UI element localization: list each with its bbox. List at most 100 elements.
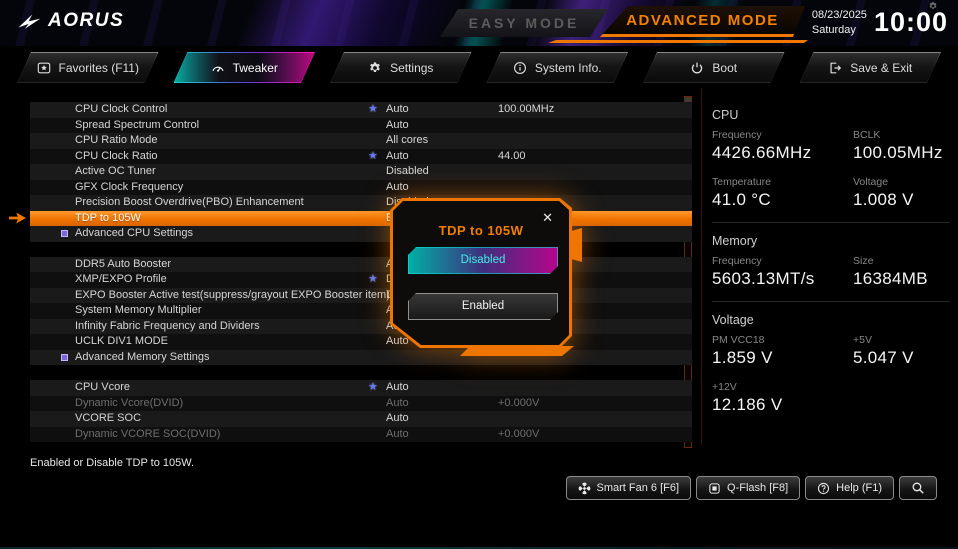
settings-row[interactable]: Precision Boost Overdrive(PBO) Enhanceme…	[30, 195, 692, 211]
tab-inner: Save & Exit	[801, 53, 941, 82]
settings-row[interactable]: CPU Clock Ratio ★ Auto 44.00	[30, 148, 692, 164]
tab-label: Settings	[390, 60, 434, 75]
dialog-body: TDP to 105W ✕ Disabled Enabled	[393, 201, 569, 345]
panel-divider	[701, 88, 702, 445]
tab-gauge[interactable]: Tweaker	[174, 52, 316, 83]
date-text: 08/23/2025	[811, 9, 867, 22]
star-icon: ★	[368, 381, 378, 393]
settings-row[interactable]: GFX Clock Frequency Auto	[30, 179, 692, 195]
qflash-button[interactable]: Q-Flash [F8]	[696, 476, 801, 500]
setting-value: Disabled	[386, 165, 429, 177]
submenu-icon	[61, 353, 68, 361]
power-icon	[690, 61, 704, 75]
hw-section-voltage: Voltage PM VCC18 1.859 V +5V 5.047 V +12V 12.1…	[712, 313, 950, 415]
aorus-logo: AORUS	[16, 10, 124, 32]
qflash-icon	[708, 482, 721, 495]
settings-row[interactable]: Infinity Fabric Frequency and DividersAu…	[30, 318, 692, 334]
tab-power[interactable]: Boot	[643, 52, 785, 83]
dialog-tdp: TDP to 105W ✕ Disabled Enabled	[390, 198, 582, 348]
setting-label: TDP to 105W	[75, 211, 141, 224]
setting-label: CPU Vcore	[75, 381, 131, 393]
settings-row[interactable]: CPU Clock Control ★ Auto 100.00MHz	[30, 102, 692, 118]
setting-value: Auto	[386, 149, 409, 162]
hw-stat: PM VCC18 1.859 V	[712, 334, 853, 368]
settings-row[interactable]: VCORE SOC Auto	[30, 411, 692, 427]
gear-icon[interactable]	[928, 1, 938, 11]
hw-stat-label: BCLK	[853, 129, 881, 141]
settings-row[interactable]: CPU Ratio Mode All cores	[30, 133, 692, 149]
hw-stat: Size 16384MB	[853, 255, 950, 289]
setting-label: Dynamic VCORE SOC(DVID)	[75, 427, 221, 440]
setting-label: Dynamic Vcore(DVID)	[75, 396, 184, 409]
hw-stat: +5V 5.047 V	[853, 334, 950, 368]
settings-row[interactable]: EXPO Booster Active test(suppress/grayou…	[30, 287, 692, 303]
tab-exit[interactable]: Save & Exit	[800, 52, 942, 83]
hw-stat-value: 4426.66MHz	[712, 143, 812, 162]
hw-stat-label: Temperature	[712, 176, 771, 188]
footer-bar: Smart Fan 6 [F6] Q-Flash [F8] Help (F1)	[565, 476, 937, 500]
settings-row[interactable]: DDR5 Auto BoosterAuto	[30, 256, 692, 272]
settings-row[interactable]: CPU Vcore ★ Auto	[30, 380, 692, 396]
hw-stat-value: 12.186 V	[712, 395, 783, 414]
dialog-option-enabled[interactable]: Enabled	[408, 293, 558, 320]
day-text: Saturday	[811, 23, 856, 36]
setting-value: Auto	[386, 180, 409, 193]
tab-favorites[interactable]: Favorites (F11)	[17, 52, 159, 83]
dialog-option-disabled[interactable]: Disabled	[408, 247, 558, 274]
settings-row[interactable]: Dynamic Vcore(DVID) Auto +0.000V	[30, 395, 692, 411]
tab-inner: Tweaker	[175, 53, 315, 82]
dialog-options: Disabled Enabled	[393, 201, 569, 345]
top-banner: AORUS EASY MODE ADVANCED MODE 08/23/2025…	[0, 0, 958, 46]
gear-icon	[368, 61, 382, 75]
tab-inner: Favorites (F11)	[18, 53, 158, 82]
setting-label: XMP/EXPO Profile	[75, 273, 167, 285]
settings-row[interactable]: TDP to 105WEnabled	[9, 210, 692, 226]
setting-label: DDR5 Auto Booster	[75, 257, 171, 270]
setting-label: UCLK DIV1 MODE	[75, 335, 168, 347]
hw-stat-value: 100.05MHz	[853, 143, 943, 162]
info-icon	[513, 61, 527, 75]
hw-panel: CPU Frequency 4426.66MHz BCLK 100.05MHz Tempe…	[712, 108, 950, 417]
setting-label: System Memory Multiplier	[75, 304, 202, 316]
settings-row[interactable]: Advanced CPU Settings	[30, 226, 692, 242]
gauge-icon	[211, 61, 225, 75]
setting-label: Advanced CPU Settings	[75, 227, 194, 239]
settings-row[interactable]: UCLK DIV1 MODE Auto	[30, 334, 692, 350]
footer-button-label: Help (F1)	[836, 482, 882, 494]
setting-label: Active OC Tuner	[75, 165, 156, 177]
tab-inner: Boot	[644, 53, 784, 82]
easy-mode-button[interactable]: EASY MODE	[440, 9, 608, 37]
dialog-accent	[460, 346, 574, 356]
setting-label: GFX Clock Frequency	[75, 180, 184, 193]
search-button[interactable]	[899, 476, 937, 500]
tab-label: Boot	[712, 60, 738, 75]
smart-fan-button[interactable]: Smart Fan 6 [F6]	[565, 476, 692, 500]
hw-stat-label: +5V	[853, 334, 872, 346]
tab-bar: Favorites (F11) Tweaker Settings System Inf…	[17, 52, 941, 83]
hw-stat: Frequency 5603.13MT/s	[712, 255, 853, 289]
hw-section-title: Memory	[712, 234, 758, 248]
tab-info[interactable]: System Info.	[487, 52, 629, 83]
footer-button-label: Q-Flash [F8]	[727, 482, 789, 494]
settings-row[interactable]: Spread Spectrum Control Auto	[30, 117, 692, 133]
settings-row[interactable]: System Memory MultiplierAuto	[30, 303, 692, 319]
help-button[interactable]: Help (F1)	[805, 476, 894, 500]
divider	[712, 222, 950, 223]
hw-stat-label: Size	[853, 255, 874, 267]
setting-value: All cores	[386, 134, 429, 146]
help-text: Enabled or Disable TDP to 105W.	[30, 457, 195, 469]
settings-row[interactable]: Dynamic VCORE SOC(DVID) Auto +0.000V	[30, 426, 692, 442]
settings-row[interactable]: Advanced Memory Settings	[30, 349, 692, 365]
setting-label: Advanced Memory Settings	[75, 350, 210, 363]
setting-value: Auto	[386, 381, 409, 393]
settings-list: CPU Clock Control ★ Auto 100.00MHz Spread Sp…	[9, 96, 692, 448]
falcon-icon	[16, 11, 42, 31]
hw-section-title: Voltage	[712, 313, 754, 327]
tab-gear[interactable]: Settings	[330, 52, 472, 83]
tab-inner: Settings	[331, 53, 471, 82]
hw-section-memory: Memory Frequency 5603.13MT/s Size 16384MB	[712, 234, 950, 289]
settings-row[interactable]: XMP/EXPO Profile★Disabled	[30, 272, 692, 288]
settings-row[interactable]: Active OC Tuner Disabled	[30, 164, 692, 180]
hw-stat-value: 5603.13MT/s	[712, 269, 815, 288]
advanced-mode-button[interactable]: ADVANCED MODE	[600, 6, 805, 37]
